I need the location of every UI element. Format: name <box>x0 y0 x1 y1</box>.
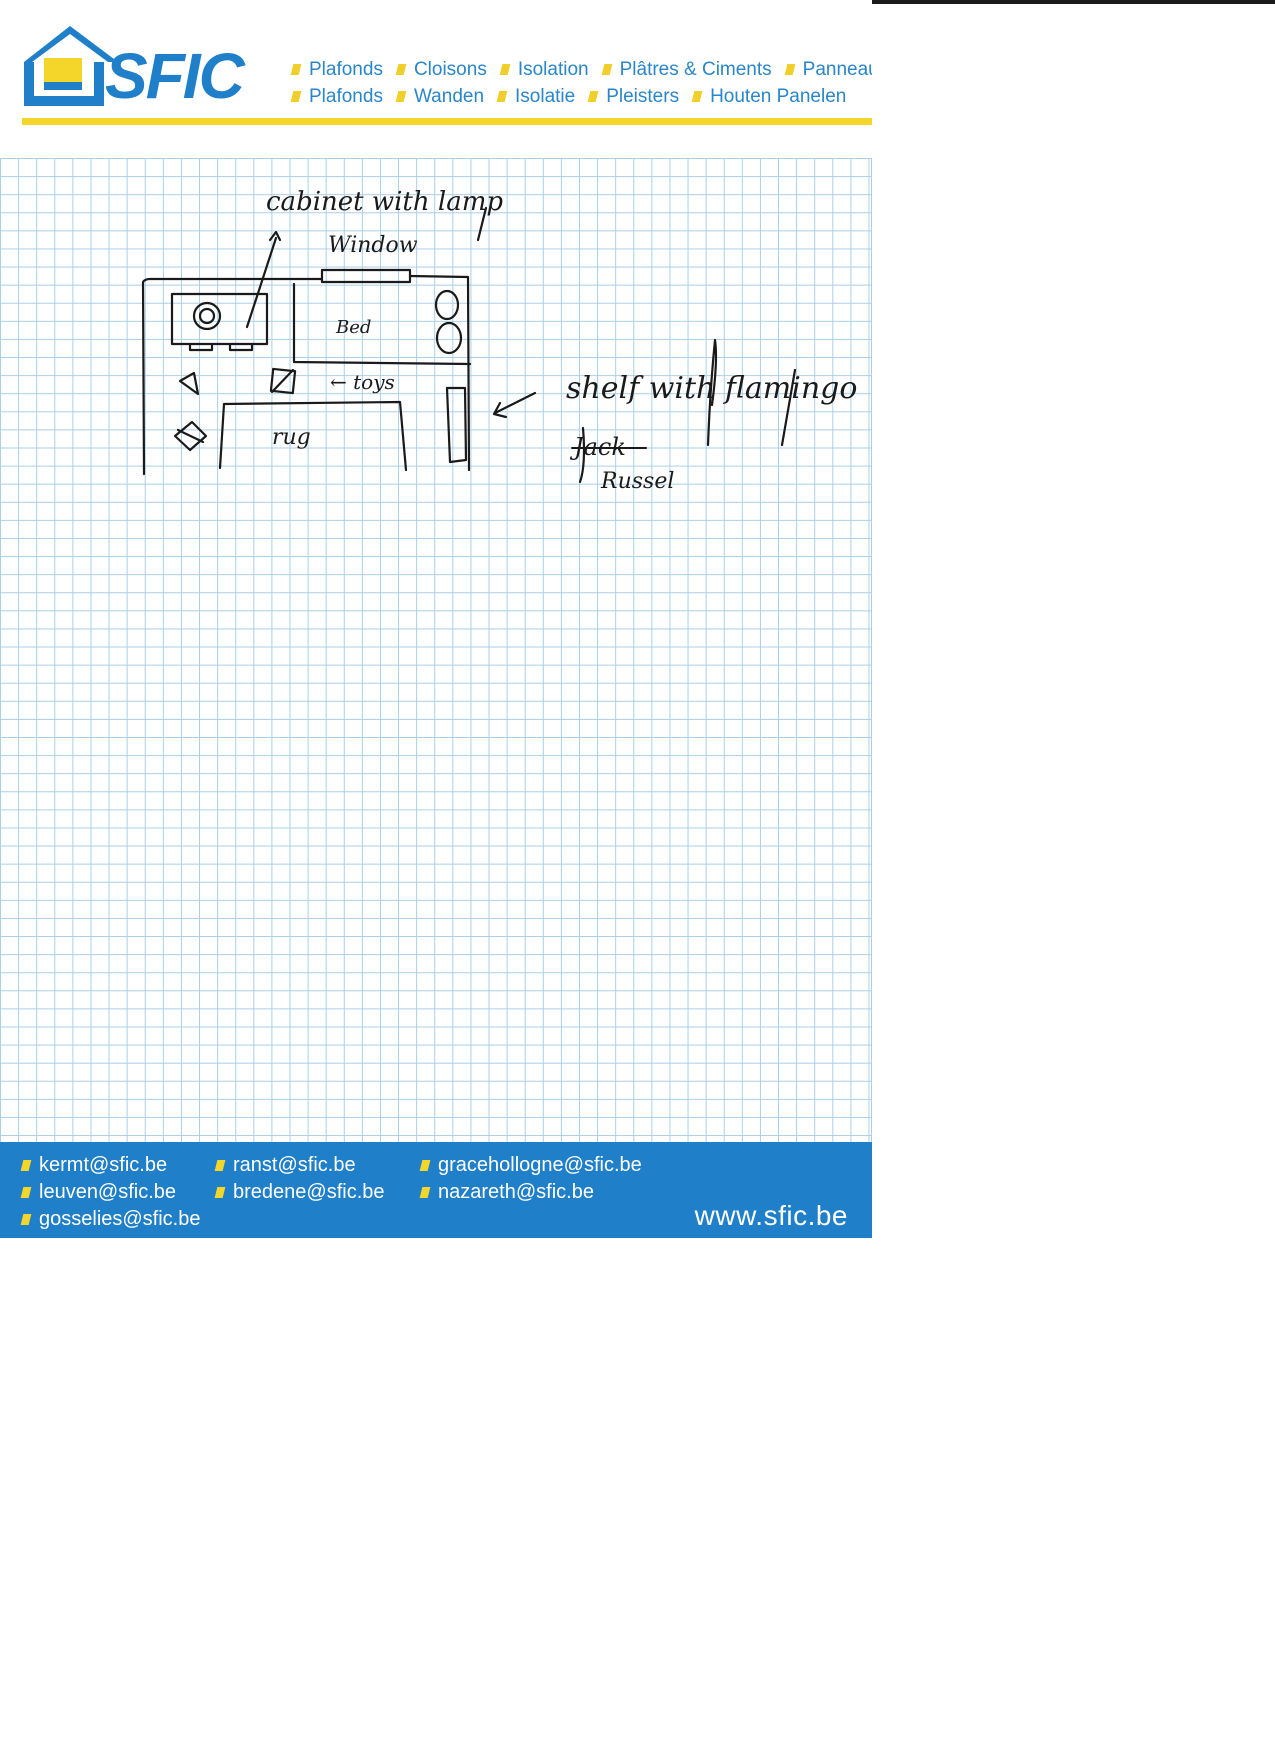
email-item[interactable]: bredene@sfic.be <box>214 1179 385 1206</box>
shelf-shape <box>445 386 468 464</box>
bullet-icon <box>214 1187 226 1198</box>
bullet-icon <box>214 1160 226 1171</box>
label-window: Window <box>328 233 418 258</box>
bullet-icon <box>419 1187 431 1198</box>
bullet-icon <box>20 1187 32 1198</box>
label-rug: rug <box>272 425 311 450</box>
rug-shape <box>218 400 408 472</box>
scan-edge <box>872 0 1275 4</box>
email-item[interactable]: nazareth@sfic.be <box>419 1179 642 1206</box>
email-item[interactable]: leuven@sfic.be <box>20 1179 200 1206</box>
email-item[interactable]: ranst@sfic.be <box>214 1152 385 1179</box>
toy-box <box>178 371 200 396</box>
email-column: kermt@sfic.be leuven@sfic.be gosselies@s… <box>20 1152 200 1233</box>
notepad-sheet: SFIC Plafonds Cloisons Isolation Plâtres… <box>0 0 872 1238</box>
label-bed: Bed <box>335 317 371 338</box>
lamp-shape <box>192 301 222 331</box>
window-shape <box>320 268 412 284</box>
bullet-icon <box>20 1160 32 1171</box>
bullet-icon <box>20 1214 32 1225</box>
room-sketch: cabinet with lamp Window Bed ← toys rug … <box>141 187 857 494</box>
email-column: ranst@sfic.be bredene@sfic.be <box>214 1152 385 1206</box>
room-wall <box>408 274 471 472</box>
website-link[interactable]: www.sfic.be <box>695 1200 848 1232</box>
label-cabinet: cabinet with lamp <box>266 187 503 217</box>
email-item[interactable]: kermt@sfic.be <box>20 1152 200 1179</box>
email-item[interactable]: gosselies@sfic.be <box>20 1206 200 1233</box>
bullet-icon <box>419 1160 431 1171</box>
label-jack: Jack <box>569 433 626 461</box>
label-toys: ← toys <box>330 370 395 394</box>
email-column: gracehollogne@sfic.be nazareth@sfic.be <box>419 1152 642 1206</box>
label-shelf: shelf with flamingo <box>566 371 857 406</box>
contact-footer: kermt@sfic.be leuven@sfic.be gosselies@s… <box>0 1142 872 1238</box>
email-item[interactable]: gracehollogne@sfic.be <box>419 1152 642 1179</box>
label-russel: Russel <box>600 469 674 494</box>
